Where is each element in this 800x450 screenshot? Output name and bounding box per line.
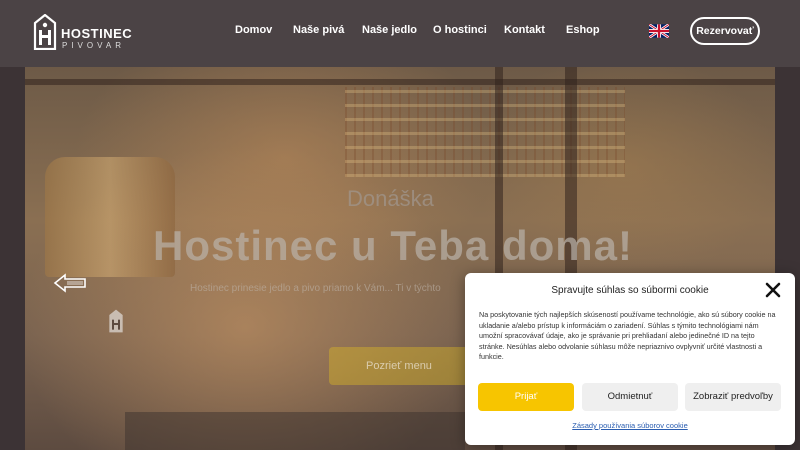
accept-cookies-button[interactable]: Prijať (478, 383, 574, 411)
view-menu-button[interactable]: Pozrieť menu (329, 347, 469, 385)
nav-item-eshop[interactable]: Eshop (566, 24, 600, 36)
close-icon[interactable] (764, 281, 782, 299)
hero-text: Hostinec prinesie jedlo a pivo priamo k … (190, 283, 441, 294)
main-nav: Domov Naše pivá Naše jedlo O hostinci Ko… (0, 24, 800, 40)
cookie-consent-dialog: Spravujte súhlas so súbormi cookie Na po… (465, 273, 795, 445)
hero-shelves-image (345, 87, 625, 177)
cookie-preferences-button[interactable]: Zobraziť predvoľby (685, 383, 781, 411)
cookie-title: Spravujte súhlas so súbormi cookie (551, 285, 709, 296)
uk-flag-icon[interactable] (649, 24, 669, 38)
nav-item-o-hostinci[interactable]: O hostinci (433, 24, 487, 36)
arrow-left-icon[interactable] (53, 273, 87, 293)
site-header: HOSTINEC PIVOVAR Domov Naše pivá Naše je… (0, 0, 800, 67)
hero-kicker: Donáška (347, 186, 434, 211)
nav-item-nase-jedlo[interactable]: Naše jedlo (362, 24, 417, 36)
nav-item-kontakt[interactable]: Kontakt (504, 24, 545, 36)
reserve-button[interactable]: Rezervovať (690, 17, 760, 45)
hero-beam (25, 79, 775, 85)
cookie-policy-link[interactable]: Zásady používania súborov cookie (465, 421, 795, 430)
nav-item-nase-piva[interactable]: Naše pivá (293, 24, 344, 36)
nav-item-domov[interactable]: Domov (235, 24, 272, 36)
reject-cookies-button[interactable]: Odmietnuť (582, 383, 678, 411)
hero-title: Hostinec u Teba doma! (153, 222, 633, 269)
brand-subtitle: PIVOVAR (62, 41, 125, 50)
cookie-description: Na poskytovanie tých najlepších skúsenos… (479, 310, 776, 362)
brewery-logo-icon (109, 309, 123, 333)
hero-bottom-decor (125, 412, 465, 450)
